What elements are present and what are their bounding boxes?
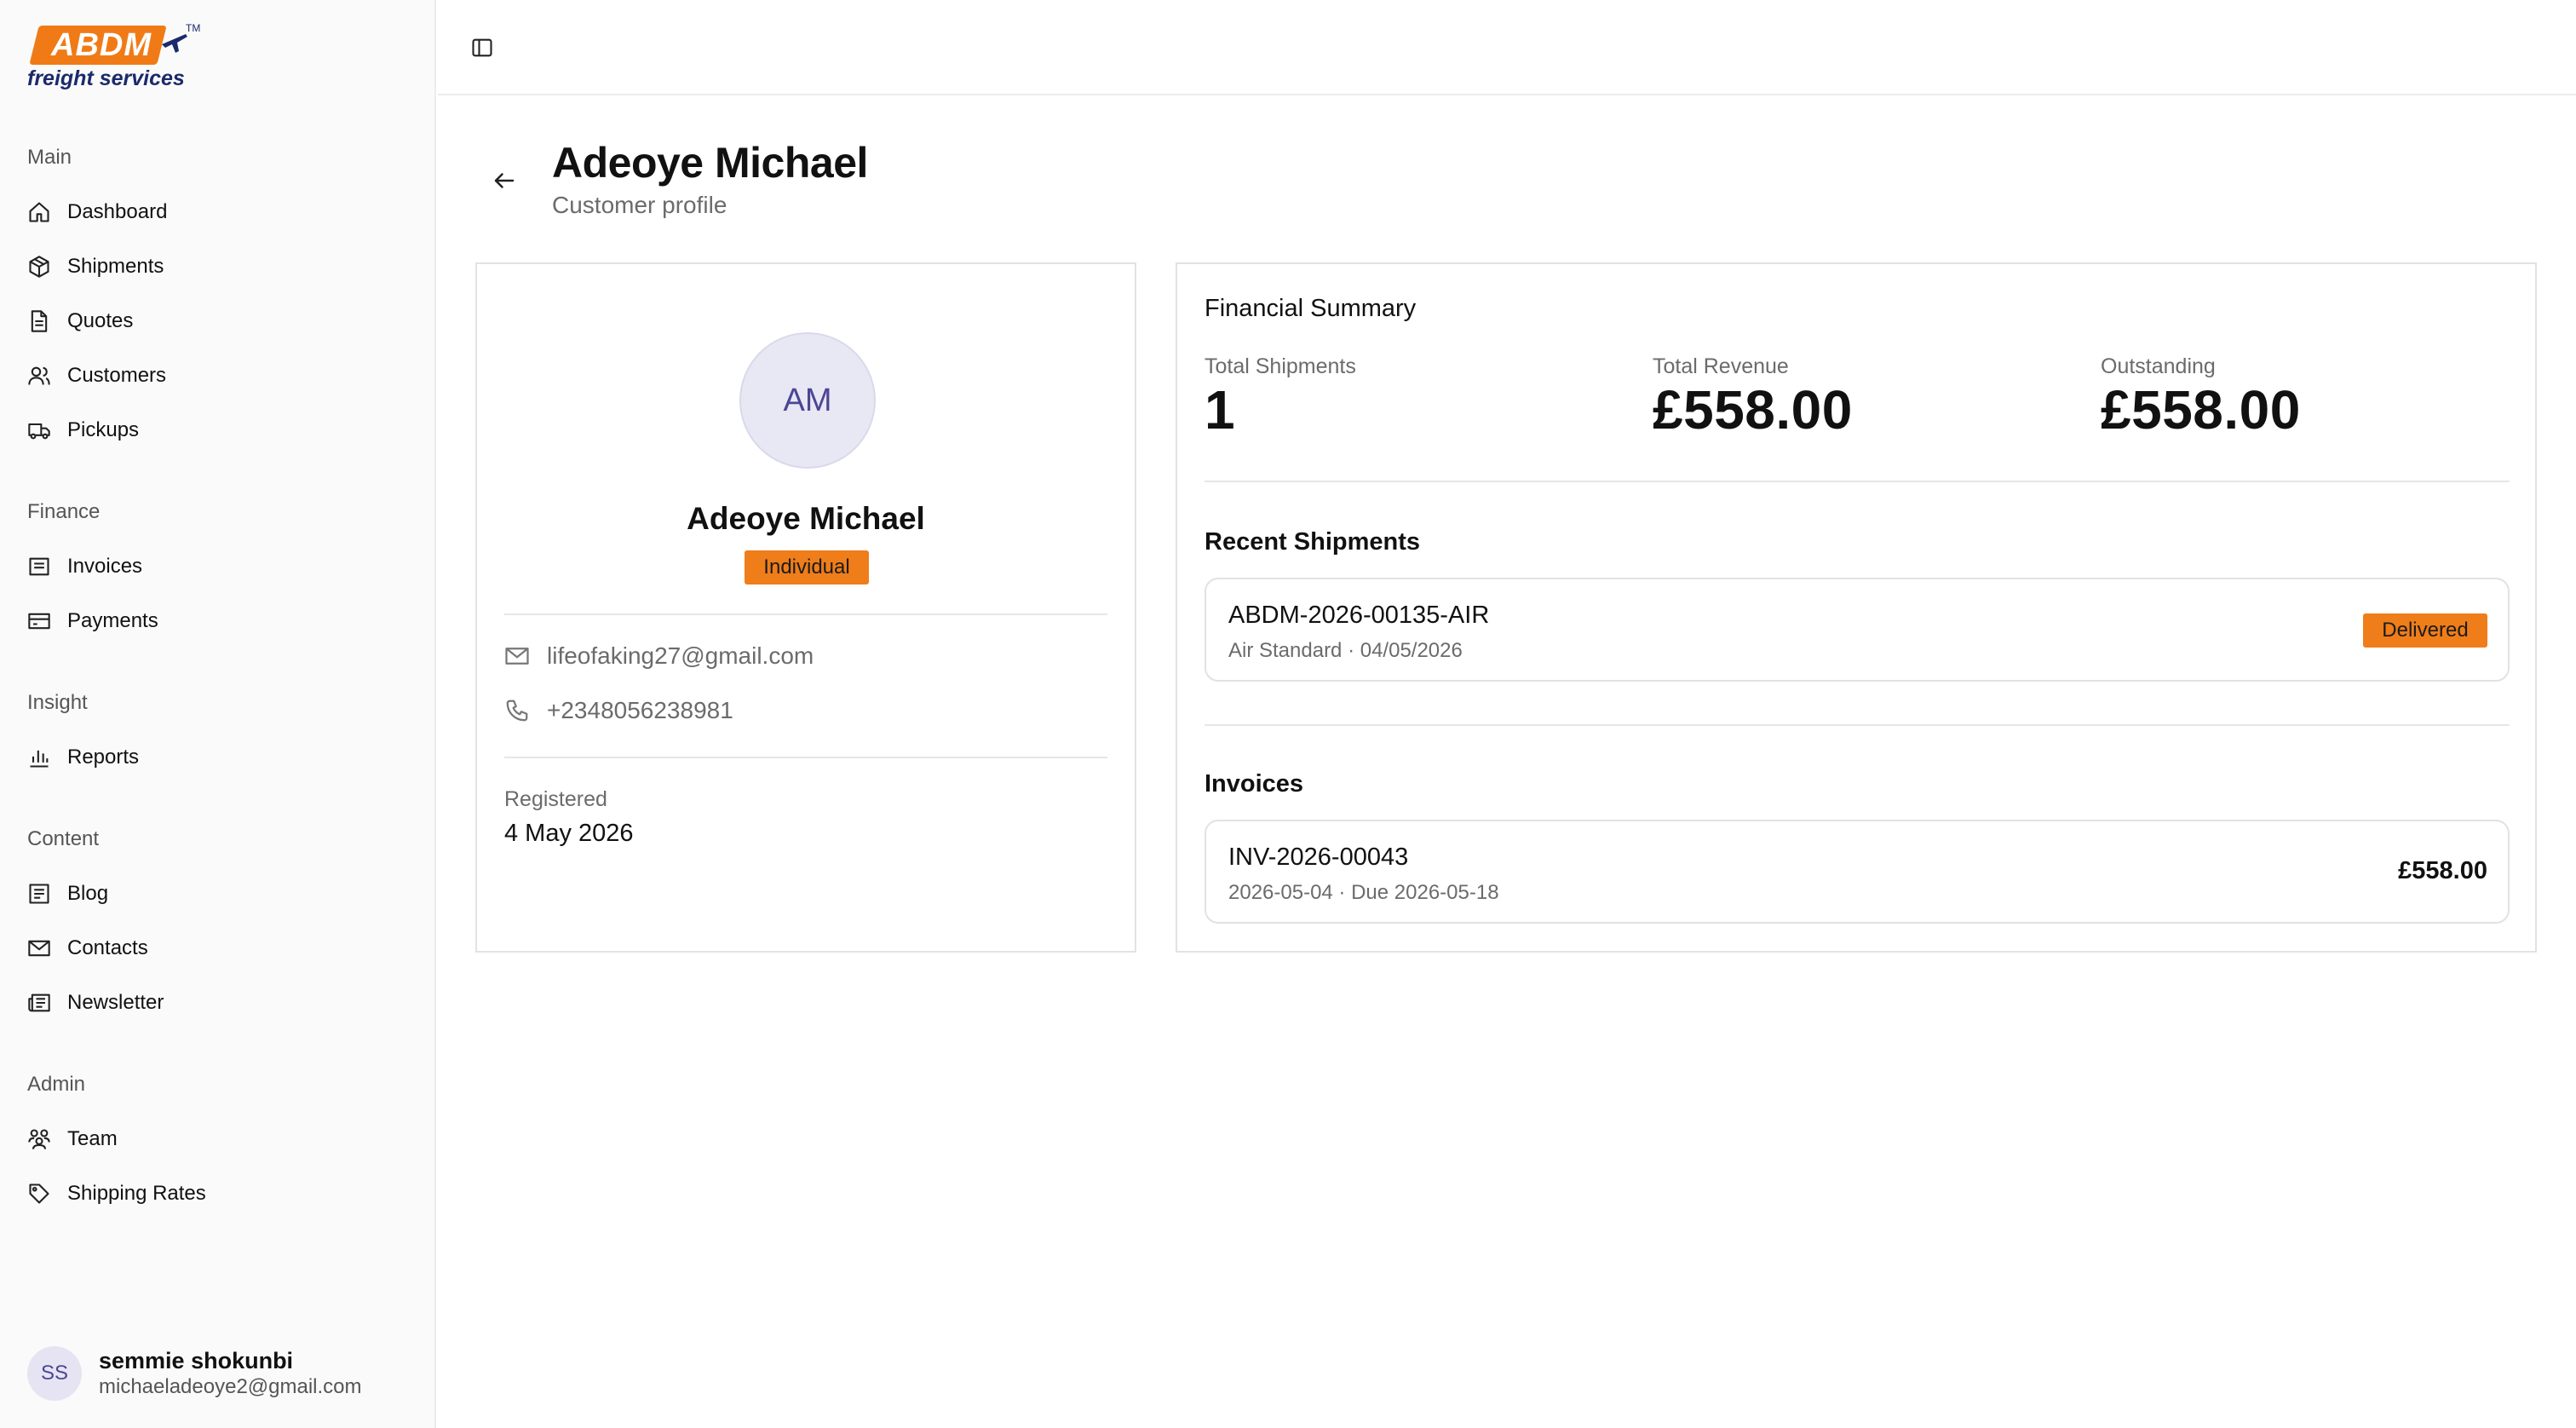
arrow-left-icon <box>494 173 515 188</box>
sidebar-item-pickups[interactable]: Pickups <box>27 410 411 451</box>
user-name: semmie shokunbi <box>99 1348 294 1373</box>
registered-label: Registered <box>504 787 607 811</box>
sidebar-item-label: Pickups <box>67 418 140 441</box>
tag-icon <box>29 1183 49 1204</box>
customer-avatar: AM <box>739 332 876 469</box>
divider <box>504 613 1107 615</box>
shipment-id: ABDM-2026-00135-AIR <box>1228 602 1490 629</box>
shipment-meta: Air Standard · 04/05/2026 <box>1228 639 1463 662</box>
sidebar: ABDM TM freight services Main Dashboard … <box>0 0 436 1428</box>
sidebar-item-label: Quotes <box>67 309 134 332</box>
sidebar-item-label: Team <box>67 1127 118 1150</box>
customer-phone: +2348056238981 <box>547 697 733 723</box>
invoice-id: INV-2026-00043 <box>1228 844 1409 871</box>
sidebar-item-label: Newsletter <box>67 991 164 1014</box>
customer-email: lifeofaking27@gmail.com <box>547 642 814 669</box>
nav-section-finance: Finance <box>27 500 101 523</box>
sidebar-item-label: Blog <box>67 882 109 905</box>
divider <box>504 757 1107 758</box>
brand-logo[interactable]: ABDM TM freight services <box>26 22 204 94</box>
bar-chart-icon <box>30 750 49 768</box>
invoice-amount: £558.00 <box>2398 857 2487 884</box>
sidebar-item-label: Invoices <box>67 555 143 578</box>
sidebar-item-team[interactable]: Team <box>27 1119 411 1160</box>
customer-name: Adeoye Michael <box>687 501 925 536</box>
sidebar-item-shipments[interactable]: Shipments <box>27 246 411 287</box>
package-icon <box>29 256 49 278</box>
profile-card: AM Adeoye Michael Individual lifeofaking… <box>475 262 1136 953</box>
users-icon <box>28 366 50 385</box>
sidebar-item-label: Contacts <box>67 936 148 959</box>
user-info: semmie shokunbi michaeladeoye2@gmail.com <box>99 1347 362 1400</box>
sidebar-item-label: Reports <box>67 746 140 769</box>
sidebar-item-label: Customers <box>67 364 167 387</box>
financial-summary-card: Financial Summary Total Shipments 1 Tota… <box>1176 262 2537 953</box>
sidebar-item-quotes[interactable]: Quotes <box>27 301 411 342</box>
sidebar-item-blog[interactable]: Blog <box>27 873 411 914</box>
divider <box>1205 724 2510 726</box>
page-title: Adeoye Michael <box>552 139 868 187</box>
registered-value: 4 May 2026 <box>504 820 634 847</box>
sidebar-toggle-icon <box>472 38 492 57</box>
sidebar-item-payments[interactable]: Payments <box>27 601 411 642</box>
stat-total-revenue-value: £558.00 <box>1653 379 1853 440</box>
stat-total-shipments-value: 1 <box>1205 379 1236 440</box>
nav-section-insight: Insight <box>27 691 88 714</box>
topbar <box>438 0 2576 95</box>
file-icon <box>31 310 48 332</box>
mail-icon <box>28 940 50 957</box>
plane-icon <box>162 34 187 53</box>
receipt-icon <box>29 557 49 576</box>
shipment-row[interactable]: ABDM-2026-00135-AIR Air Standard · 04/05… <box>1205 578 2510 682</box>
nav-section-admin: Admin <box>27 1073 86 1096</box>
newspaper-icon <box>29 884 49 904</box>
status-badge: Delivered <box>2363 613 2487 648</box>
avatar: SS <box>27 1346 82 1401</box>
wallet-icon <box>28 613 50 630</box>
stat-total-revenue-label: Total Revenue <box>1653 354 1789 378</box>
customer-type-badge: Individual <box>745 550 869 584</box>
back-button[interactable] <box>487 164 521 198</box>
newsletter-icon <box>28 993 50 1012</box>
stat-outstanding-value: £558.00 <box>2101 379 2301 440</box>
sidebar-toggle-button[interactable] <box>465 31 499 65</box>
sidebar-item-label: Dashboard <box>67 200 168 223</box>
sidebar-item-label: Payments <box>67 609 158 632</box>
sidebar-item-dashboard[interactable]: Dashboard <box>27 192 411 233</box>
user-email: michaeladeoye2@gmail.com <box>99 1375 362 1398</box>
stat-outstanding-label: Outstanding <box>2101 354 2216 378</box>
customer-email-row[interactable]: lifeofaking27@gmail.com <box>504 642 814 670</box>
nav-section-main: Main <box>27 146 72 169</box>
mail-icon <box>505 648 529 665</box>
logo-text: ABDM <box>51 27 152 63</box>
recent-shipments-title: Recent Shipments <box>1205 528 1420 556</box>
sidebar-item-reports[interactable]: Reports <box>27 737 411 778</box>
sidebar-item-label: Shipping Rates <box>67 1182 206 1205</box>
logo-subtext: freight services <box>27 66 185 90</box>
phone-icon <box>506 700 528 722</box>
nav-section-content: Content <box>27 827 100 850</box>
divider <box>1205 481 2510 482</box>
team-icon <box>28 1129 50 1149</box>
sidebar-item-shipping-rates[interactable]: Shipping Rates <box>27 1173 411 1214</box>
sidebar-item-invoices[interactable]: Invoices <box>27 546 411 587</box>
sidebar-item-customers[interactable]: Customers <box>27 355 411 396</box>
sidebar-item-label: Shipments <box>67 255 164 278</box>
stat-total-shipments-label: Total Shipments <box>1205 354 1356 378</box>
page-subtitle: Customer profile <box>552 192 727 218</box>
invoice-meta: 2026-05-04 · Due 2026-05-18 <box>1228 881 1499 904</box>
customer-phone-row[interactable]: +2348056238981 <box>504 697 733 724</box>
user-menu[interactable]: SS semmie shokunbi michaeladeoye2@gmail.… <box>27 1346 419 1401</box>
truck-icon <box>28 423 50 440</box>
sidebar-item-newsletter[interactable]: Newsletter <box>27 982 411 1023</box>
logo-trademark: TM <box>186 22 201 34</box>
invoice-row[interactable]: INV-2026-00043 2026-05-04 · Due 2026-05-… <box>1205 820 2510 924</box>
home-icon <box>29 202 49 222</box>
sidebar-item-contacts[interactable]: Contacts <box>27 928 411 969</box>
financial-summary-title: Financial Summary <box>1205 295 1417 322</box>
invoices-title: Invoices <box>1205 770 1304 797</box>
